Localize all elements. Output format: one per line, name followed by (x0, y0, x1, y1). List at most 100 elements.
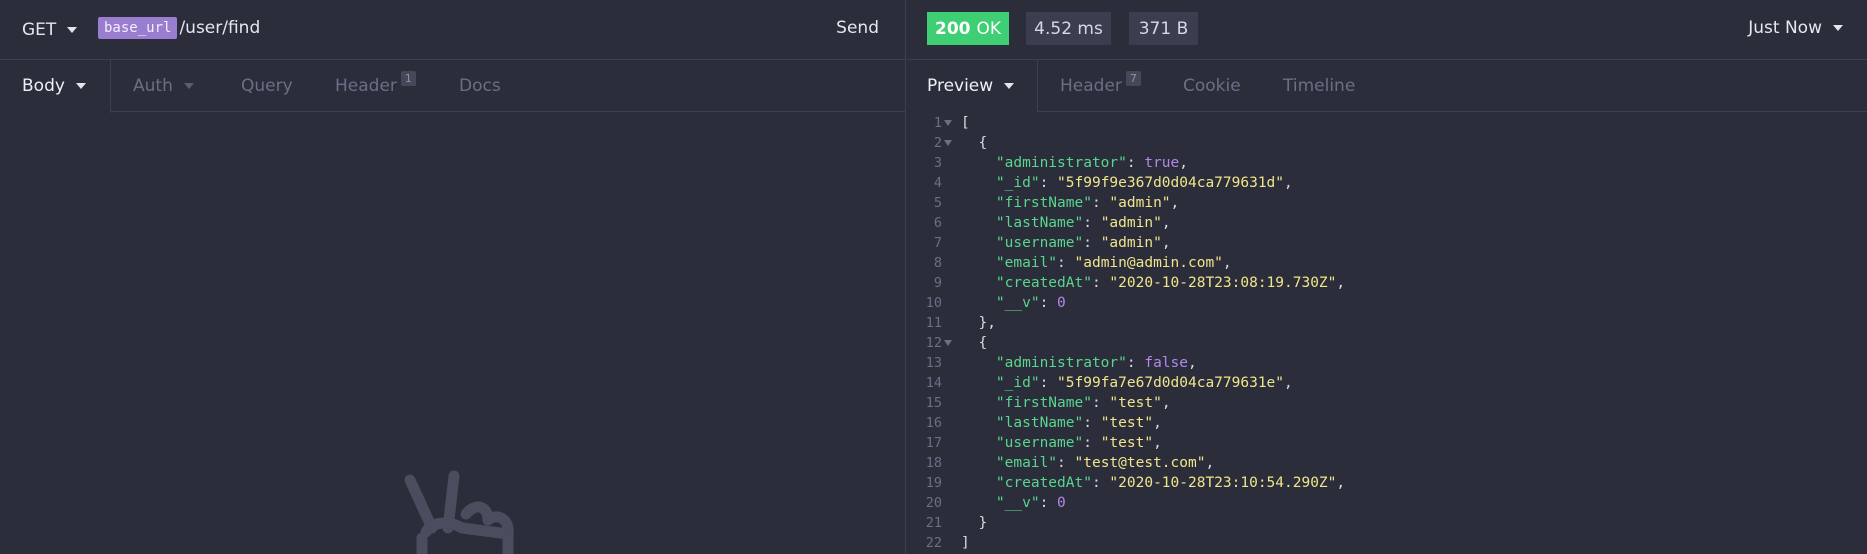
fold-toggle-icon[interactable] (944, 340, 952, 346)
code-line: 21 } (907, 513, 1867, 533)
tab-docs[interactable]: Docs (459, 60, 501, 112)
code-text: "username": "admin", (995, 235, 1171, 251)
code-line: 9 "createdAt": "2020-10-28T23:08:19.730Z… (907, 273, 1867, 293)
status-badge: 200 OK (927, 12, 1009, 45)
response-history-dropdown[interactable]: Just Now (1748, 18, 1843, 38)
status-code: 200 (934, 18, 971, 39)
line-number: 12 (925, 335, 942, 351)
code-line: 20 "__v": 0 (907, 493, 1867, 513)
tab-timeline-label: Timeline (1283, 76, 1356, 96)
code-line: 15 "firstName": "test", (907, 393, 1867, 413)
code-line: 18 "email": "test@test.com", (907, 453, 1867, 473)
line-number: 3 (933, 155, 942, 171)
code-line: 1[ (907, 113, 1867, 133)
code-line: 14 "_id": "5f99fa7e67d0d04ca779631e", (907, 373, 1867, 393)
code-text: "__v": 0 (995, 295, 1066, 311)
code-line: 8 "email": "admin@admin.com", (907, 253, 1867, 273)
tab-query[interactable]: Query (241, 60, 293, 112)
code-line: 4 "_id": "5f99f9e367d0d04ca779631d", (907, 173, 1867, 193)
request-tabs: Body Auth Query Header 1 Docs (0, 60, 905, 113)
url-path: /user/find (179, 18, 261, 38)
response-size-badge: 371 B (1129, 12, 1198, 45)
line-number: 17 (925, 435, 942, 451)
code-line: 3 "administrator": true, (907, 153, 1867, 173)
tab-auth-label: Auth (133, 76, 173, 96)
code-text: "administrator": true, (995, 155, 1188, 171)
line-number: 19 (925, 475, 942, 491)
code-text: "__v": 0 (995, 495, 1066, 511)
code-line: 11 }, (907, 313, 1867, 333)
tab-body[interactable]: Body (22, 60, 86, 112)
code-text: "lastName": "admin", (995, 215, 1171, 231)
line-number: 16 (925, 415, 942, 431)
line-number: 4 (933, 175, 942, 191)
tab-response-header[interactable]: Header 7 (1060, 60, 1141, 112)
line-number: 13 (925, 355, 942, 371)
response-body-viewer[interactable]: 1[2 {3 "administrator": true, 4 "_id": "5… (907, 113, 1867, 553)
code-text: { (961, 135, 988, 151)
url-bar: GET base_url /user/find Send (0, 0, 905, 60)
code-text: "administrator": false, (995, 355, 1197, 371)
tab-timeline[interactable]: Timeline (1283, 60, 1355, 112)
tab-response-header-label: Header (1060, 76, 1122, 96)
tab-docs-label: Docs (459, 76, 501, 96)
tab-auth[interactable]: Auth (133, 60, 194, 112)
tab-cookie-label: Cookie (1183, 76, 1241, 96)
code-text: [ (961, 115, 970, 131)
code-line: 12 { (907, 333, 1867, 353)
code-line: 16 "lastName": "test", (907, 413, 1867, 433)
line-number: 18 (925, 455, 942, 471)
code-line: 10 "__v": 0 (907, 293, 1867, 313)
environment-variable-tag[interactable]: base_url (98, 17, 178, 39)
line-number: 20 (925, 495, 942, 511)
code-line: 19 "createdAt": "2020-10-28T23:10:54.290… (907, 473, 1867, 493)
peace-hand-icon (404, 470, 514, 554)
code-text: "_id": "5f99fa7e67d0d04ca779631e", (995, 375, 1293, 391)
code-text: "_id": "5f99f9e367d0d04ca779631d", (995, 175, 1293, 191)
history-label: Just Now (1748, 18, 1822, 38)
code-line: 7 "username": "admin", (907, 233, 1867, 253)
send-button[interactable]: Send (836, 18, 879, 38)
url-input[interactable]: base_url /user/find (98, 17, 260, 39)
line-number: 14 (925, 375, 942, 391)
method-dropdown[interactable]: GET (22, 0, 78, 60)
tab-cookie[interactable]: Cookie (1183, 60, 1241, 112)
fold-toggle-icon[interactable] (944, 140, 952, 146)
code-text: } (961, 515, 988, 531)
line-number: 10 (925, 295, 942, 311)
response-status-bar: 200 OK 4.52 ms 371 B Just Now (907, 0, 1867, 60)
code-text: { (961, 335, 988, 351)
tab-preview-label: Preview (927, 76, 994, 96)
chevron-down-icon (183, 83, 194, 89)
code-line: 6 "lastName": "admin", (907, 213, 1867, 233)
code-line: 22] (907, 533, 1867, 553)
header-count-badge: 7 (1125, 70, 1141, 86)
code-line: 13 "administrator": false, (907, 353, 1867, 373)
status-text: OK (976, 18, 1002, 39)
line-number: 6 (933, 215, 942, 231)
response-pane: 200 OK 4.52 ms 371 B Just Now Preview He… (907, 0, 1867, 554)
code-text: "createdAt": "2020-10-28T23:08:19.730Z", (995, 275, 1346, 291)
tab-preview[interactable]: Preview (927, 60, 1015, 112)
response-time-badge: 4.52 ms (1026, 12, 1111, 45)
line-number: 11 (925, 315, 942, 331)
code-text: "createdAt": "2020-10-28T23:10:54.290Z", (995, 475, 1346, 491)
line-number: 15 (925, 395, 942, 411)
code-text: ] (961, 535, 970, 551)
code-line: 2 { (907, 133, 1867, 153)
chevron-down-icon (1833, 25, 1843, 31)
code-text: "email": "admin@admin.com", (995, 255, 1232, 271)
chevron-down-icon (1004, 83, 1015, 89)
code-text: }, (961, 315, 996, 331)
line-number: 5 (933, 195, 942, 211)
line-number: 21 (925, 515, 942, 531)
code-text: "lastName": "test", (995, 415, 1162, 431)
chevron-down-icon (67, 27, 78, 33)
line-number: 1 (933, 115, 942, 131)
method-label: GET (22, 20, 57, 40)
request-pane: GET base_url /user/find Send Body Auth Q… (0, 0, 906, 554)
fold-toggle-icon[interactable] (944, 120, 952, 126)
tab-query-label: Query (241, 76, 293, 96)
tab-header[interactable]: Header 1 (335, 60, 416, 112)
line-number: 7 (933, 235, 942, 251)
